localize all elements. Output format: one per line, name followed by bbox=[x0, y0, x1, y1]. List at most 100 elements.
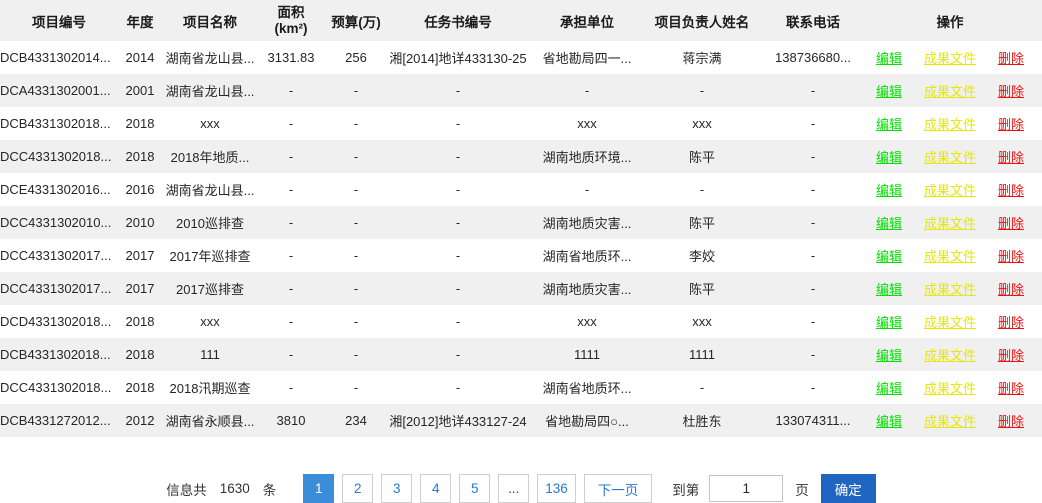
page-buttons: 12345... 136 bbox=[303, 474, 584, 503]
result-file-link[interactable]: 成果文件 bbox=[924, 48, 976, 67]
edit-link[interactable]: 编辑 bbox=[876, 378, 902, 397]
cell-leader-name: 李姣 bbox=[646, 246, 758, 265]
page-number-button[interactable]: 5 bbox=[459, 474, 490, 503]
next-page-button[interactable]: 下一页 bbox=[584, 474, 653, 503]
edit-link[interactable]: 编辑 bbox=[876, 48, 902, 67]
result-file-link[interactable]: 成果文件 bbox=[924, 180, 976, 199]
cell-leader-name: xxx bbox=[646, 116, 758, 131]
table-row: DCC4331302017... 2017 2017年巡排查 - - - 湖南省… bbox=[0, 239, 1042, 272]
cell-leader-name: 蒋宗满 bbox=[646, 48, 758, 67]
record-count-value: 1630 bbox=[220, 481, 250, 496]
cell-unit: 湖南地质灾害... bbox=[528, 279, 646, 298]
result-file-link[interactable]: 成果文件 bbox=[924, 411, 976, 430]
result-file-link[interactable]: 成果文件 bbox=[924, 246, 976, 265]
cell-year: 2010 bbox=[118, 215, 162, 230]
delete-link[interactable]: 删除 bbox=[998, 279, 1024, 298]
cell-year: 2016 bbox=[118, 182, 162, 197]
delete-link[interactable]: 删除 bbox=[998, 114, 1024, 133]
result-file-link[interactable]: 成果文件 bbox=[924, 279, 976, 298]
delete-link[interactable]: 删除 bbox=[998, 213, 1024, 232]
cell-area: 3131.83 bbox=[258, 50, 324, 65]
cell-operations: 编辑 成果文件 删除 bbox=[868, 213, 1042, 232]
edit-link[interactable]: 编辑 bbox=[876, 246, 902, 265]
cell-leader-name: - bbox=[646, 380, 758, 395]
table-row: DCC4331302010... 2010 2010巡排查 - - - 湖南地质… bbox=[0, 206, 1042, 239]
edit-link[interactable]: 编辑 bbox=[876, 213, 902, 232]
cell-project-id: DCC4331302010... bbox=[0, 215, 118, 230]
result-file-link[interactable]: 成果文件 bbox=[924, 213, 976, 232]
cell-area: - bbox=[258, 149, 324, 164]
cell-project-id: DCC4331302017... bbox=[0, 248, 118, 263]
delete-link[interactable]: 删除 bbox=[998, 345, 1024, 364]
table-row: DCE4331302016... 2016 湖南省龙山县... - - - - … bbox=[0, 173, 1042, 206]
page-number-button[interactable]: 3 bbox=[381, 474, 412, 503]
delete-link[interactable]: 删除 bbox=[998, 378, 1024, 397]
result-file-link[interactable]: 成果文件 bbox=[924, 345, 976, 364]
cell-project-name: 2018汛期巡查 bbox=[162, 378, 258, 397]
cell-unit: xxx bbox=[528, 116, 646, 131]
delete-link[interactable]: 删除 bbox=[998, 81, 1024, 100]
cell-task-number: - bbox=[388, 182, 528, 197]
cell-project-name: xxx bbox=[162, 116, 258, 131]
goto-page-suffix: 页 bbox=[795, 479, 809, 499]
cell-phone: - bbox=[758, 182, 868, 197]
page-number-button[interactable]: 2 bbox=[342, 474, 373, 503]
page-number-button[interactable]: 136 bbox=[537, 474, 576, 503]
cell-unit: 湖南省地质环... bbox=[528, 378, 646, 397]
result-file-link[interactable]: 成果文件 bbox=[924, 114, 976, 133]
cell-project-name: xxx bbox=[162, 314, 258, 329]
edit-link[interactable]: 编辑 bbox=[876, 114, 902, 133]
delete-link[interactable]: 删除 bbox=[998, 411, 1024, 430]
delete-link[interactable]: 删除 bbox=[998, 312, 1024, 331]
cell-task-number: 湘[2014]地详433130-25 bbox=[388, 48, 528, 67]
header-task-number: 任务书编号 bbox=[388, 11, 528, 31]
result-file-link[interactable]: 成果文件 bbox=[924, 81, 976, 100]
cell-operations: 编辑 成果文件 删除 bbox=[868, 114, 1042, 133]
delete-link[interactable]: 删除 bbox=[998, 246, 1024, 265]
table-row: DCC4331302017... 2017 2017巡排查 - - - 湖南地质… bbox=[0, 272, 1042, 305]
table-row: DCD4331302018... 2018 xxx - - - xxx xxx … bbox=[0, 305, 1042, 338]
header-project-id: 项目编号 bbox=[0, 11, 118, 31]
delete-link[interactable]: 删除 bbox=[998, 147, 1024, 166]
edit-link[interactable]: 编辑 bbox=[876, 81, 902, 100]
cell-phone: - bbox=[758, 281, 868, 296]
cell-area: - bbox=[258, 215, 324, 230]
cell-phone: - bbox=[758, 116, 868, 131]
edit-link[interactable]: 编辑 bbox=[876, 279, 902, 298]
edit-link[interactable]: 编辑 bbox=[876, 147, 902, 166]
header-unit: 承担单位 bbox=[528, 11, 646, 31]
page-number-button[interactable]: ... bbox=[498, 474, 529, 503]
result-file-link[interactable]: 成果文件 bbox=[924, 378, 976, 397]
header-leader-name: 项目负责人姓名 bbox=[646, 11, 758, 31]
cell-project-id: DCB4331302014... bbox=[0, 50, 118, 65]
cell-operations: 编辑 成果文件 删除 bbox=[868, 279, 1042, 298]
cell-budget: - bbox=[324, 215, 388, 230]
confirm-button[interactable]: 确定 bbox=[821, 474, 876, 503]
cell-project-id: DCC4331302018... bbox=[0, 380, 118, 395]
cell-task-number: - bbox=[388, 149, 528, 164]
page-number-button[interactable]: 4 bbox=[420, 474, 451, 503]
projects-table: 项目编号 年度 项目名称 面积 (km²) 预算(万) 任务书编号 承担单位 项… bbox=[0, 0, 1042, 437]
table-row: DCC4331302018... 2018 2018汛期巡查 - - - 湖南省… bbox=[0, 371, 1042, 404]
cell-operations: 编辑 成果文件 删除 bbox=[868, 411, 1042, 430]
cell-budget: - bbox=[324, 380, 388, 395]
edit-link[interactable]: 编辑 bbox=[876, 312, 902, 331]
cell-budget: - bbox=[324, 83, 388, 98]
cell-area: - bbox=[258, 380, 324, 395]
edit-link[interactable]: 编辑 bbox=[876, 180, 902, 199]
result-file-link[interactable]: 成果文件 bbox=[924, 147, 976, 166]
goto-page-input[interactable] bbox=[709, 475, 783, 502]
edit-link[interactable]: 编辑 bbox=[876, 345, 902, 364]
page-number-button[interactable]: 1 bbox=[303, 474, 334, 503]
result-file-link[interactable]: 成果文件 bbox=[924, 312, 976, 331]
delete-link[interactable]: 删除 bbox=[998, 48, 1024, 67]
header-operations: 操作 bbox=[868, 11, 1042, 31]
cell-phone: - bbox=[758, 83, 868, 98]
delete-link[interactable]: 删除 bbox=[998, 180, 1024, 199]
cell-year: 2018 bbox=[118, 116, 162, 131]
cell-leader-name: 陈平 bbox=[646, 213, 758, 232]
cell-unit: 湖南地质灾害... bbox=[528, 213, 646, 232]
cell-area: 3810 bbox=[258, 413, 324, 428]
header-project-name: 项目名称 bbox=[162, 11, 258, 31]
edit-link[interactable]: 编辑 bbox=[876, 411, 902, 430]
